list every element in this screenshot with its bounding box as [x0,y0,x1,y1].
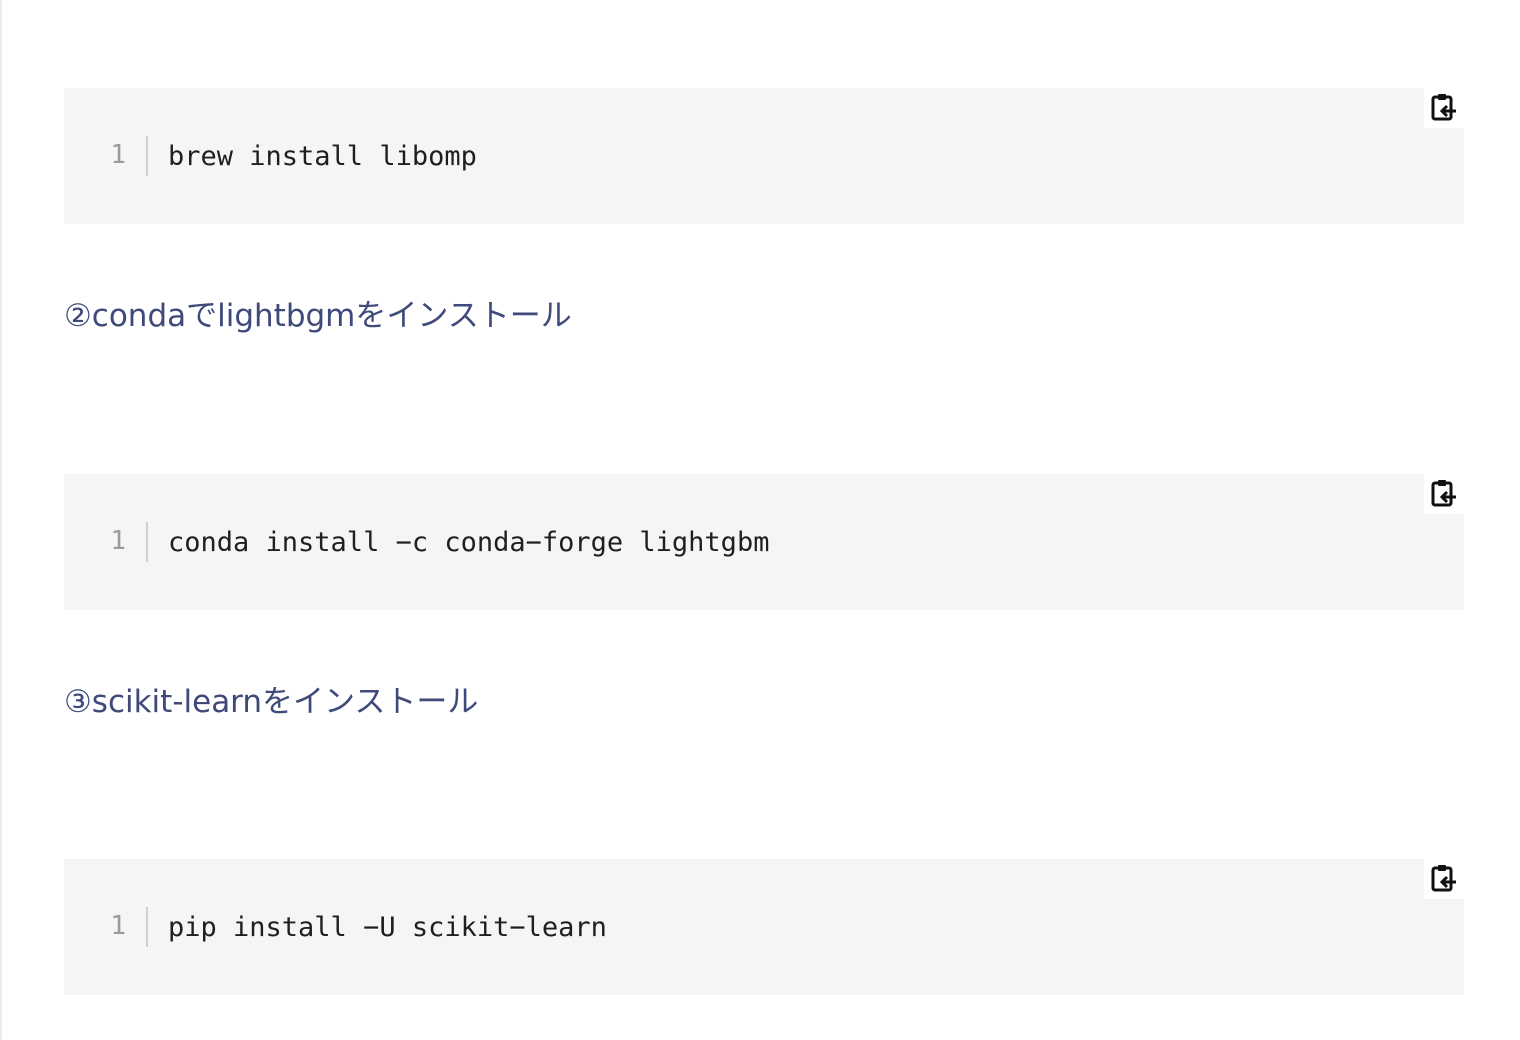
code-block-brew: 1 brew install libomp [64,88,1464,224]
code-block-pip: 1 pip install −U scikit−learn [64,859,1464,995]
copy-code-button[interactable] [1424,88,1464,128]
code-line: 1 brew install libomp [64,136,1464,176]
clipboard-copy-icon [1431,94,1456,121]
article-content: 1 brew install libomp ②condaでlightbgmをイン… [0,0,1520,1040]
clipboard-copy-icon [1431,480,1456,507]
copy-code-button[interactable] [1424,474,1464,514]
line-number: 1 [110,911,126,941]
line-separator [146,136,148,176]
line-separator [146,907,148,947]
code-line: 1 pip install −U scikit−learn [64,907,1464,947]
section-heading-conda: ②condaでlightbgmをインストール [64,298,572,334]
code-text[interactable]: pip install −U scikit−learn [168,911,607,945]
code-text[interactable]: conda install −c conda−forge lightgbm [168,526,769,560]
line-separator [146,522,148,562]
code-text[interactable]: brew install libomp [168,140,477,174]
section-heading-scikit: ③scikit-learnをインストール [64,684,479,720]
clipboard-copy-icon [1431,865,1456,892]
copy-code-button[interactable] [1424,859,1464,899]
code-block-conda: 1 conda install −c conda−forge lightgbm [64,474,1464,610]
code-line: 1 conda install −c conda−forge lightgbm [64,522,1464,562]
line-number: 1 [110,140,126,170]
line-number: 1 [110,526,126,556]
